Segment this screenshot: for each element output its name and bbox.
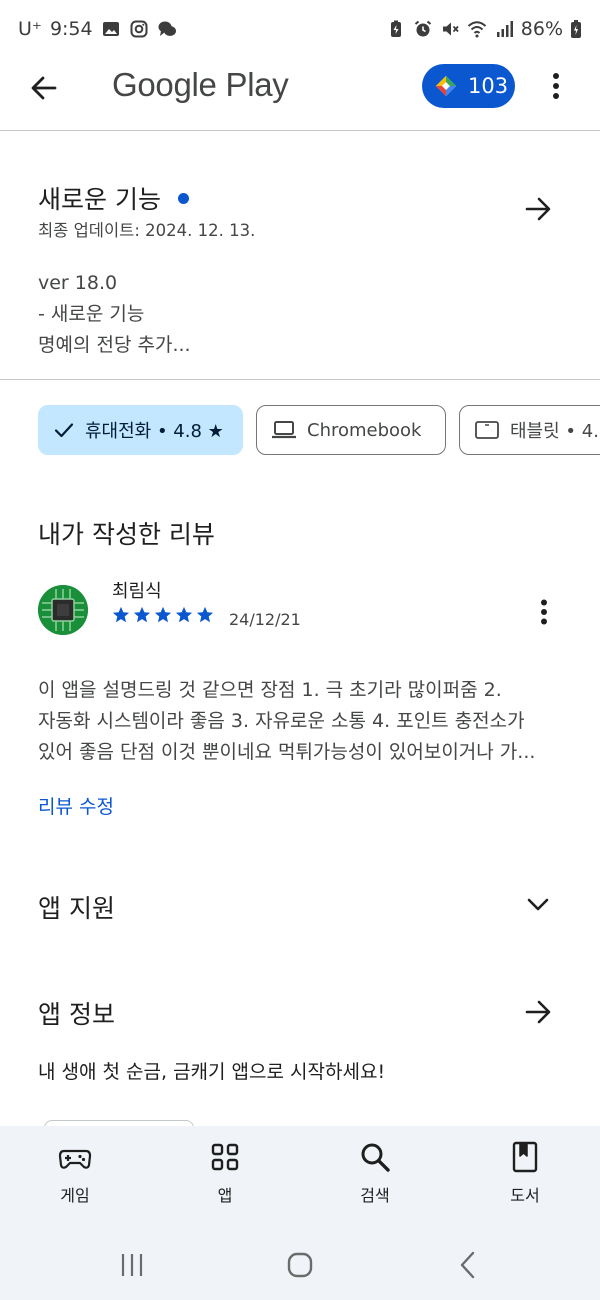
home-button[interactable] xyxy=(280,1248,320,1282)
nav-books[interactable]: 도서 xyxy=(475,1140,575,1206)
review-more-button[interactable] xyxy=(528,596,560,628)
star-rating xyxy=(112,606,214,624)
last-updated-date: 최종 업데이트: 2024. 12. 13. xyxy=(38,221,256,240)
nav-games-label: 게임 xyxy=(60,1186,90,1205)
star-icon xyxy=(175,606,193,623)
edit-review-link[interactable]: 리뷰 수정 xyxy=(38,792,114,819)
status-left: U⁺ 9:54 xyxy=(18,18,177,40)
status-time: 9:54 xyxy=(49,18,93,40)
chip-chromebook-label: Chromebook xyxy=(307,419,422,441)
my-review-title: 내가 작성한 리뷰 xyxy=(38,520,215,549)
review-date: 24/12/21 xyxy=(229,610,301,629)
nav-search[interactable]: 검색 xyxy=(325,1140,425,1206)
more-options-button[interactable] xyxy=(540,66,572,106)
chevron-left-icon xyxy=(460,1251,475,1279)
whats-new-line: 명예의 전당 추가... xyxy=(38,334,191,356)
status-right: 86% xyxy=(386,18,582,40)
star-icon xyxy=(196,606,214,623)
chip-phone[interactable]: 휴대전화 • 4.8 ★ xyxy=(38,405,243,455)
app-title: Google Play xyxy=(112,66,289,103)
play-points-button[interactable]: 103 xyxy=(422,64,515,108)
play-points-icon xyxy=(436,76,456,96)
nav-apps[interactable]: 앱 xyxy=(175,1140,275,1206)
recent-apps-button[interactable] xyxy=(112,1248,152,1282)
apps-grid-icon xyxy=(211,1143,239,1171)
tablet-icon xyxy=(475,421,499,439)
gamepad-icon xyxy=(58,1149,92,1169)
system-navigation-bar xyxy=(0,1230,600,1300)
whats-new-arrow-button[interactable] xyxy=(520,191,556,227)
battery-icon xyxy=(570,19,582,39)
app-info-description: 내 생애 첫 순금, 금캐기 앱으로 시작하세요! xyxy=(38,1061,386,1083)
review-text-line: 자동화 시스템이라 좋음 3. 자유로운 소통 4. 포인트 충전소가 xyxy=(38,710,525,732)
search-icon xyxy=(361,1143,390,1172)
app-support-title[interactable]: 앱 지원 xyxy=(38,889,115,925)
gallery-icon xyxy=(101,19,121,39)
wifi-icon xyxy=(467,19,487,39)
points-count: 103 xyxy=(468,74,509,98)
whats-new-section[interactable]: 새로운 기능 최종 업데이트: 2024. 12. 13. ver 18.0 -… xyxy=(0,131,600,379)
review-text-line: 있어 좋음 단점 이것 뿐이네요 먹튀가능성이 있어보이거나 가... xyxy=(38,741,536,763)
check-icon xyxy=(54,423,74,438)
arrow-left-icon xyxy=(31,76,57,100)
nav-search-label: 검색 xyxy=(360,1186,390,1205)
new-indicator-dot xyxy=(178,193,189,204)
chat-icon xyxy=(157,19,177,39)
chip-phone-label: 휴대전화 • 4.8 ★ xyxy=(85,421,224,442)
whats-new-line: ver 18.0 xyxy=(38,272,118,294)
arrow-right-icon xyxy=(525,197,551,221)
chip-tablet-label: 태블릿 • 4.9 xyxy=(510,421,600,442)
nav-apps-label: 앱 xyxy=(217,1186,233,1205)
bottom-navigation: 게임 앱 검색 도서 xyxy=(0,1126,600,1230)
chip-tablet[interactable]: 태블릿 • 4.9 xyxy=(459,405,600,455)
chevron-down-icon xyxy=(527,898,549,911)
nav-games[interactable]: 게임 xyxy=(25,1140,125,1206)
app-support-expand-button[interactable] xyxy=(518,885,558,925)
recents-icon xyxy=(121,1254,143,1276)
review-text-line: 이 앱을 설명드링 것 같으면 장점 1. 극 초기라 많이퍼줌 2. xyxy=(38,679,502,701)
instagram-icon xyxy=(129,19,149,39)
alarm-icon xyxy=(413,19,433,39)
whats-new-line: - 새로운 기능 xyxy=(38,303,145,325)
avatar xyxy=(38,585,88,635)
home-icon xyxy=(287,1252,313,1278)
section-divider xyxy=(0,379,600,380)
more-vert-icon xyxy=(553,73,559,99)
book-icon xyxy=(512,1141,538,1173)
system-back-button[interactable] xyxy=(448,1248,488,1282)
arrow-right-icon xyxy=(525,1000,551,1024)
battery-percent: 86% xyxy=(520,18,563,40)
signal-icon xyxy=(494,19,514,39)
status-bar: U⁺ 9:54 86% xyxy=(0,0,600,58)
whats-new-title: 새로운 기능 xyxy=(38,185,161,214)
whats-new-body: ver 18.0 - 새로운 기능 명예의 전당 추가... xyxy=(38,268,191,361)
star-icon xyxy=(112,606,130,623)
battery-saver-icon xyxy=(386,19,406,39)
app-info-arrow-button[interactable] xyxy=(518,992,558,1032)
reviewer-name: 최림식 xyxy=(112,581,162,602)
device-filter-chips: 휴대전화 • 4.8 ★ Chromebook 태블릿 • 4.9 xyxy=(38,405,600,455)
laptop-icon xyxy=(272,421,296,439)
app-info-title[interactable]: 앱 정보 xyxy=(38,995,115,1031)
more-vert-icon xyxy=(541,599,547,625)
mute-icon xyxy=(440,19,460,39)
chip-avatar-icon xyxy=(38,585,88,635)
carrier-label: U⁺ xyxy=(18,18,42,40)
app-bar: Google Play 103 xyxy=(0,58,600,130)
chip-chromebook[interactable]: Chromebook xyxy=(256,405,446,455)
nav-books-label: 도서 xyxy=(510,1186,540,1205)
back-button[interactable] xyxy=(24,68,64,108)
star-icon xyxy=(154,606,172,623)
star-icon xyxy=(133,606,151,623)
review-text: 이 앱을 설명드링 것 같으면 장점 1. 극 초기라 많이퍼줌 2. 자동화 … xyxy=(38,675,566,768)
